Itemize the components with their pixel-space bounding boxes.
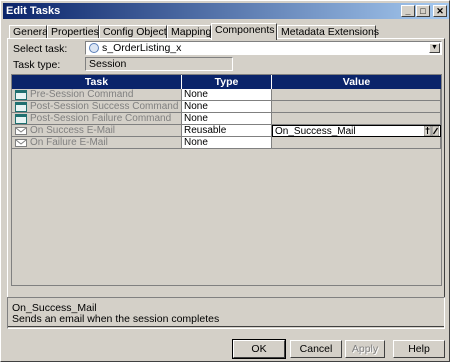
tab-config-object[interactable]: Config Object — [99, 25, 167, 39]
task-value-cell[interactable] — [272, 101, 441, 113]
table-row[interactable]: On Failure E-Mail None — [12, 137, 441, 149]
email-icon — [15, 127, 27, 135]
select-task-label: Select task: — [13, 43, 68, 55]
task-value-cell[interactable] — [272, 137, 441, 149]
email-icon — [15, 139, 27, 147]
maximize-button[interactable]: □ — [416, 5, 430, 17]
session-icon — [89, 43, 99, 53]
ok-button[interactable]: OK — [232, 339, 286, 359]
window-title: Edit Tasks — [6, 5, 61, 17]
task-type-cell[interactable]: Reusable — [182, 125, 272, 137]
tab-general[interactable]: General — [9, 25, 50, 39]
chevron-down-icon[interactable]: ▼ — [429, 43, 440, 53]
column-header-type[interactable]: Type — [182, 75, 272, 89]
minimize-button[interactable]: _ — [401, 5, 415, 17]
command-icon — [15, 90, 27, 100]
column-header-value[interactable]: Value — [272, 75, 441, 89]
table-row[interactable]: Post-Session Failure Command None — [12, 113, 441, 125]
task-name: On Failure E-Mail — [30, 137, 108, 148]
task-value-cell[interactable] — [272, 89, 441, 101]
description-box: On_Success_Mail Sends an email when the … — [7, 297, 445, 329]
task-name: Post-Session Failure Command — [30, 113, 172, 124]
tab-metadata-extensions[interactable]: Metadata Extensions — [277, 25, 379, 39]
task-type-cell[interactable]: None — [182, 113, 272, 125]
task-value-cell[interactable]: On_Success_Mail — [272, 125, 441, 137]
task-type-cell[interactable]: None — [182, 101, 272, 113]
table-row[interactable]: On Success E-Mail Reusable On_Success_Ma… — [12, 125, 441, 137]
close-button[interactable]: ✕ — [433, 5, 447, 17]
components-grid: Task Type Value Pre-Session Command None… — [11, 74, 442, 286]
cancel-button[interactable]: Cancel — [290, 340, 342, 358]
task-type-cell[interactable]: None — [182, 89, 272, 101]
task-type-label: Task type: — [13, 59, 61, 71]
task-type-field: Session — [85, 57, 233, 71]
select-task-dropdown[interactable]: s_OrderListing_x ▼ — [85, 41, 442, 55]
tab-properties[interactable]: Properties — [47, 25, 99, 39]
command-icon — [15, 114, 27, 124]
task-name: Pre-Session Command — [30, 89, 134, 100]
edit-value-icon[interactable] — [424, 126, 439, 136]
table-row[interactable]: Post-Session Success Command None — [12, 101, 441, 113]
help-button[interactable]: Help — [393, 340, 445, 358]
task-name: On Success E-Mail — [30, 125, 116, 136]
tab-mapping[interactable]: Mapping — [167, 25, 211, 39]
tab-components[interactable]: Components — [211, 23, 277, 40]
task-name: Post-Session Success Command — [30, 101, 179, 112]
grid-header: Task Type Value — [12, 75, 441, 89]
edit-tasks-dialog: Edit Tasks _ □ ✕ General Properties Conf… — [0, 0, 450, 362]
task-value-cell[interactable] — [272, 113, 441, 125]
select-task-value: s_OrderListing_x — [102, 42, 182, 54]
description-text: Sends an email when the session complete… — [12, 313, 220, 325]
command-icon — [15, 102, 27, 112]
apply-button[interactable]: Apply — [345, 340, 385, 358]
title-bar[interactable]: Edit Tasks _ □ ✕ — [3, 3, 449, 19]
column-header-task[interactable]: Task — [12, 75, 182, 89]
table-row[interactable]: Pre-Session Command None — [12, 89, 441, 101]
task-value-text: On_Success_Mail — [275, 126, 356, 137]
task-type-cell[interactable]: None — [182, 137, 272, 149]
